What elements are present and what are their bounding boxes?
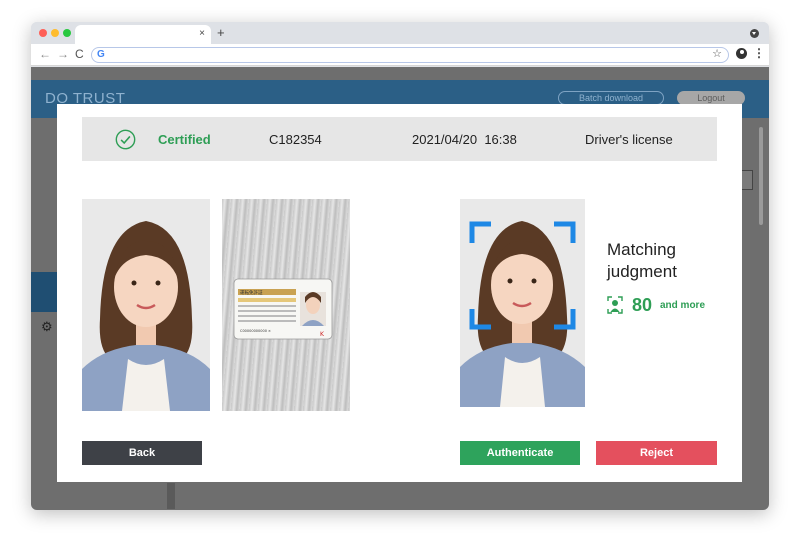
- face-match-portrait: [460, 199, 585, 407]
- forward-icon[interactable]: →: [57, 47, 69, 61]
- license-card-header: 運転免許証: [240, 289, 263, 296]
- selfie-portrait: [82, 199, 210, 411]
- minimize-window-button[interactable]: [51, 29, 59, 37]
- back-icon[interactable]: ←: [39, 47, 51, 61]
- selfie-photo[interactable]: [82, 199, 210, 411]
- tab-bar: × +: [31, 22, 769, 44]
- license-card-image: 運転免許証 C00000000000 × K: [233, 278, 333, 340]
- authenticate-button[interactable]: Authenticate: [460, 441, 580, 465]
- certified-status: Certified: [158, 132, 211, 147]
- verification-modal: Certified C182354 2021/04/20 16:38 Drive…: [57, 104, 742, 482]
- score-suffix: and more: [660, 300, 706, 311]
- google-icon: G: [97, 49, 105, 60]
- browser-toolbar: ← → C G ☆ ⋮: [31, 44, 769, 66]
- certificate-datetime: 2021/04/20 16:38: [412, 133, 517, 147]
- certificate-id: C182354: [269, 132, 322, 147]
- matching-judgment-title: Matching judgment: [607, 240, 677, 281]
- tab-search-icon[interactable]: [750, 29, 759, 38]
- score-value: 80: [632, 295, 653, 315]
- bookmark-star-icon[interactable]: ☆: [712, 48, 722, 61]
- certificate-info-bar: Certified C182354 2021/04/20 16:38 Drive…: [82, 117, 717, 161]
- browser-menu-icon[interactable]: ⋮: [753, 46, 765, 60]
- close-tab-icon[interactable]: ×: [199, 27, 205, 41]
- certificate-time: 16:38: [484, 132, 517, 147]
- batch-download-button[interactable]: Batch download: [558, 91, 664, 105]
- face-person-icon: [607, 296, 623, 314]
- license-card-number: C00000000000 ×: [240, 329, 271, 333]
- scrollbar[interactable]: [759, 127, 763, 225]
- reject-button[interactable]: Reject: [596, 441, 717, 465]
- face-match-photo[interactable]: [460, 199, 585, 407]
- maximize-window-button[interactable]: [63, 29, 71, 37]
- matching-score: 80 and more: [607, 294, 727, 316]
- gear-icon[interactable]: ⚙: [41, 320, 53, 334]
- reload-icon[interactable]: C: [75, 47, 84, 61]
- sidebar-item-active[interactable]: [31, 272, 57, 312]
- new-tab-button[interactable]: +: [217, 25, 225, 40]
- close-window-button[interactable]: [39, 29, 47, 37]
- check-circle-icon: [115, 129, 136, 150]
- profile-icon[interactable]: [736, 48, 747, 59]
- back-button[interactable]: Back: [82, 441, 202, 465]
- background-control: [741, 170, 753, 190]
- logout-button[interactable]: Logout: [677, 91, 745, 105]
- address-bar[interactable]: G ☆: [91, 47, 729, 63]
- document-type: Driver's license: [585, 132, 673, 147]
- license-photo[interactable]: 運転免許証 C00000000000 × K: [222, 199, 350, 411]
- certificate-date: 2021/04/20: [412, 132, 478, 147]
- background-bar: [167, 483, 175, 509]
- browser-tab[interactable]: ×: [75, 25, 211, 44]
